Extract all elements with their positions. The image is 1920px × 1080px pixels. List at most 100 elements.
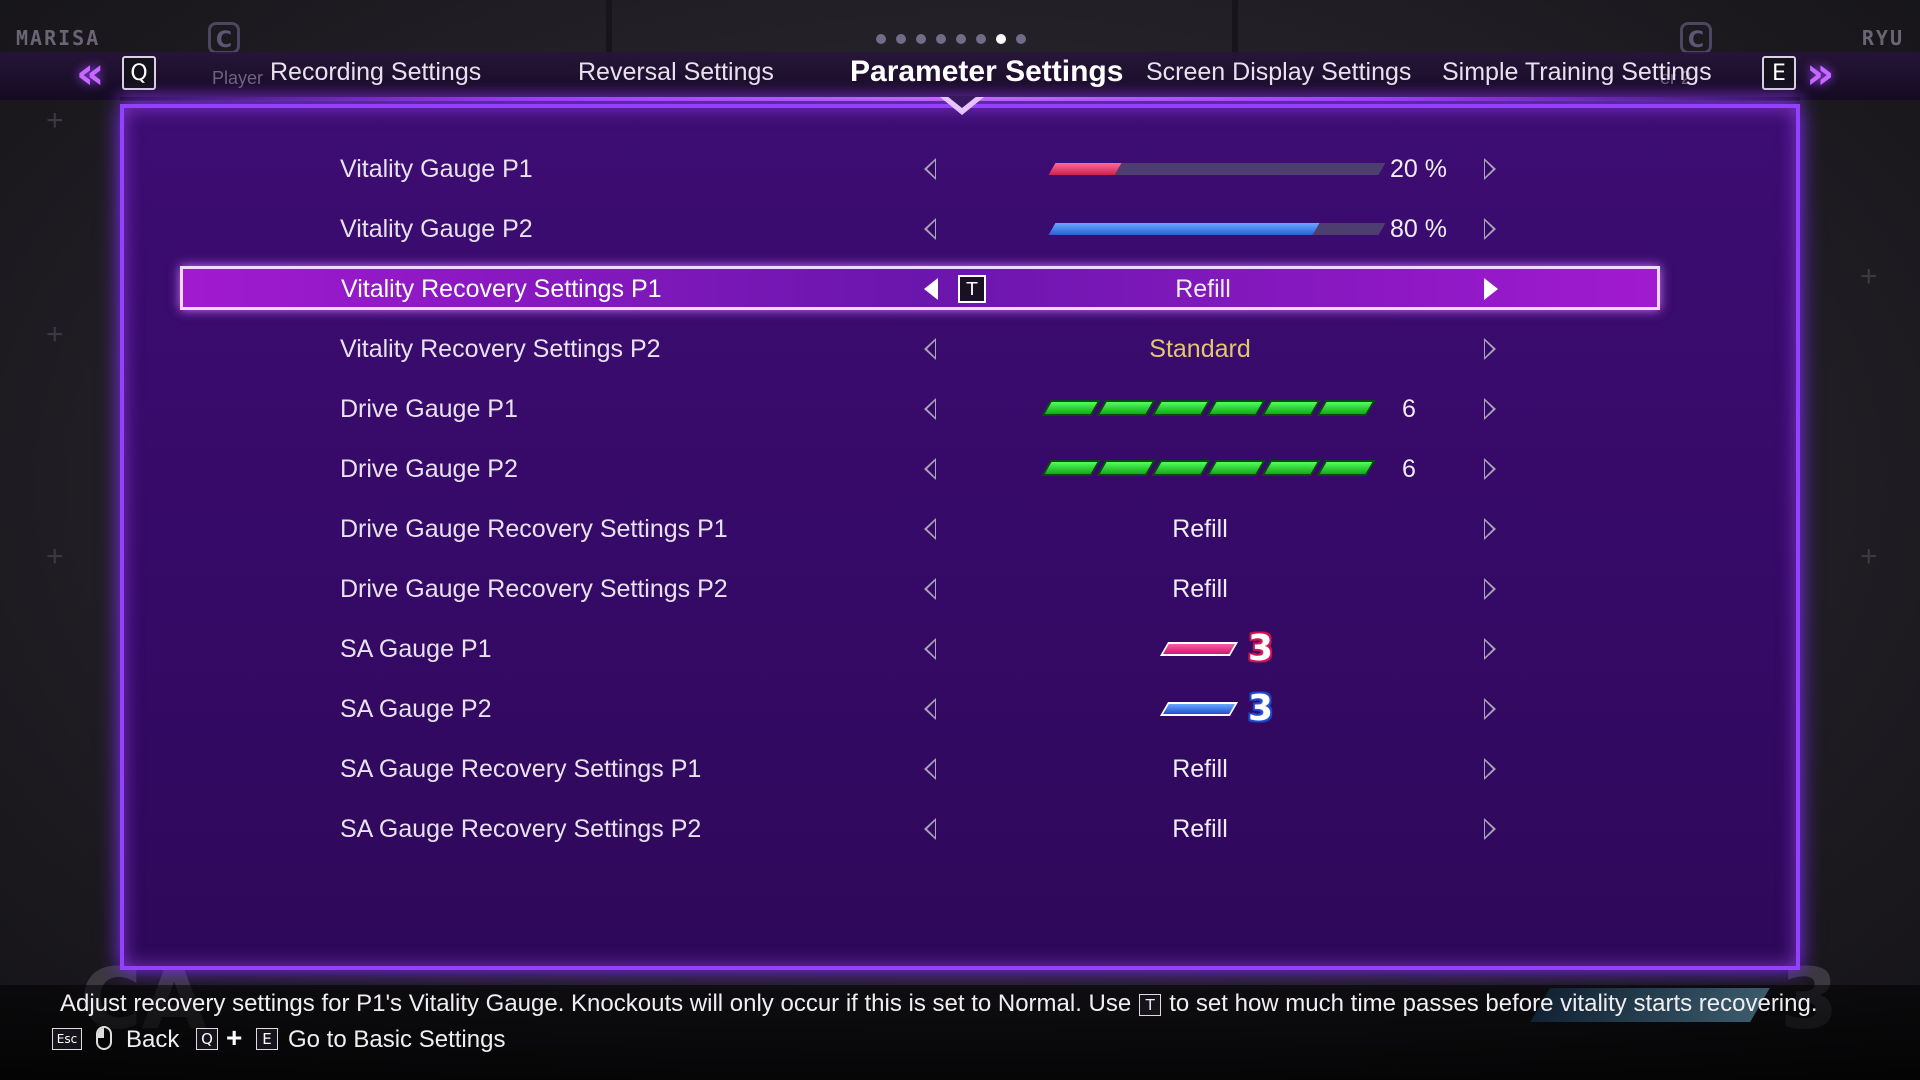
drive-stock (1151, 460, 1211, 476)
increase-arrow-icon[interactable] (1484, 398, 1496, 420)
sa-gauge-bar (1159, 642, 1239, 656)
drive-stock (1261, 400, 1321, 416)
row-label: Vitality Recovery Settings P1 (341, 275, 662, 303)
row-value: 80 % (1390, 215, 1447, 243)
cross-marker: + (1860, 540, 1878, 573)
active-tab-notch-inner (947, 96, 977, 108)
settings-panel: Vitality Gauge P1 20 % Vitality Gauge P2 80… (120, 104, 1800, 970)
page-dot (996, 34, 1006, 44)
drive-stock (1316, 400, 1376, 416)
row-value: Refill (1175, 275, 1231, 303)
basic-key-e[interactable]: E (256, 1028, 278, 1050)
stage-line (606, 0, 612, 60)
increase-arrow-icon[interactable] (1484, 458, 1496, 480)
settings-row[interactable]: Drive Gauge Recovery Settings P1 Refill (180, 506, 1662, 552)
increase-arrow-icon[interactable] (1484, 698, 1496, 720)
cross-marker: + (46, 318, 64, 351)
row-label: Drive Gauge Recovery Settings P2 (340, 575, 728, 603)
decrease-arrow-icon[interactable] (924, 158, 936, 180)
page-dot (976, 34, 986, 44)
settings-row[interactable]: Vitality Gauge P2 80 % (180, 206, 1662, 252)
page-dot (936, 34, 946, 44)
settings-row[interactable]: Drive Gauge P1 6 (180, 386, 1662, 432)
settings-row[interactable]: SA Gauge Recovery Settings P1 Refill (180, 746, 1662, 792)
increase-arrow-icon[interactable] (1484, 518, 1496, 540)
back-button[interactable]: Back (126, 1026, 179, 1054)
tab-screen-display-settings[interactable]: Screen Display Settings (1146, 58, 1411, 87)
decrease-arrow-icon[interactable] (924, 218, 936, 240)
vitality-gauge-track (1048, 163, 1386, 175)
help-text: Adjust recovery settings for P1's Vitali… (60, 990, 1818, 1018)
settings-row[interactable]: SA Gauge Recovery Settings P2 Refill (180, 806, 1662, 852)
decrease-arrow-icon[interactable] (924, 638, 936, 660)
row-label: SA Gauge Recovery Settings P2 (340, 815, 702, 843)
row-label: Drive Gauge Recovery Settings P1 (340, 515, 728, 543)
drive-gauge (1041, 460, 1376, 476)
page-dot (896, 34, 906, 44)
row-value: 6 (1402, 395, 1416, 423)
page-indicator (876, 34, 1026, 44)
decrease-arrow-icon[interactable] (924, 458, 936, 480)
next-tab-chevron-icon[interactable]: » (1806, 52, 1834, 96)
next-tab-key[interactable]: E (1762, 56, 1796, 90)
sa-gauge-bar (1159, 702, 1239, 716)
settings-row[interactable]: Drive Gauge P2 6 (180, 446, 1662, 492)
sa-level-number: 3 (1248, 628, 1274, 669)
row-value: Standard (1149, 335, 1251, 363)
row-label: Vitality Gauge P1 (340, 155, 533, 183)
row-label: Drive Gauge P2 (340, 455, 518, 483)
prev-tab-key[interactable]: Q (122, 56, 156, 90)
increase-arrow-icon[interactable] (1484, 158, 1496, 180)
decrease-arrow-icon[interactable] (924, 398, 936, 420)
settings-row[interactable]: SA Gauge P1 3 (180, 626, 1662, 672)
increase-arrow-icon[interactable] (1484, 758, 1496, 780)
increase-arrow-icon[interactable] (1484, 638, 1496, 660)
tab-recording-settings[interactable]: Recording Settings (270, 58, 481, 87)
tab-simple-training-settings[interactable]: Simple Training Settings (1442, 58, 1712, 87)
decrease-arrow-icon[interactable] (924, 278, 938, 300)
increase-arrow-icon[interactable] (1484, 338, 1496, 360)
settings-row[interactable]: Drive Gauge Recovery Settings P2 Refill (180, 566, 1662, 612)
increase-arrow-icon[interactable] (1484, 218, 1496, 240)
increase-arrow-icon[interactable] (1484, 818, 1496, 840)
tab-parameter-settings[interactable]: Parameter Settings (850, 55, 1123, 89)
esc-key[interactable]: Esc (52, 1028, 82, 1050)
tab-reversal-settings[interactable]: Reversal Settings (578, 58, 774, 87)
settings-row[interactable]: SA Gauge P2 3 (180, 686, 1662, 732)
decrease-arrow-icon[interactable] (924, 698, 936, 720)
decrease-arrow-icon[interactable] (924, 338, 936, 360)
decrease-arrow-icon[interactable] (924, 818, 936, 840)
row-value: Refill (1172, 755, 1228, 783)
drive-stock (1261, 460, 1321, 476)
cross-marker: + (46, 540, 64, 573)
row-label: Vitality Gauge P2 (340, 215, 533, 243)
drive-gauge (1041, 400, 1376, 416)
row-value: Refill (1172, 575, 1228, 603)
vitality-gauge-fill (1048, 163, 1122, 175)
row-value: Refill (1172, 815, 1228, 843)
prev-tab-chevron-icon[interactable]: « (76, 52, 104, 96)
settings-row[interactable]: Vitality Gauge P1 20 % (180, 146, 1662, 192)
increase-arrow-icon[interactable] (1484, 278, 1498, 300)
decrease-arrow-icon[interactable] (924, 758, 936, 780)
vitality-gauge-track (1048, 223, 1386, 235)
page-dot (916, 34, 926, 44)
decrease-arrow-icon[interactable] (924, 578, 936, 600)
settings-row[interactable]: Vitality Recovery Settings P2 Standard (180, 326, 1662, 372)
sa-level-number: 3 (1248, 688, 1274, 729)
row-value: 6 (1402, 455, 1416, 483)
timer-key[interactable]: T (958, 275, 986, 303)
right-player-name: RYU (1861, 26, 1904, 50)
drive-stock (1041, 400, 1101, 416)
basic-key-q[interactable]: Q (196, 1028, 218, 1050)
help-key-t: T (1139, 993, 1162, 1016)
cross-marker: + (1860, 260, 1878, 293)
mouse-icon (96, 1026, 112, 1050)
increase-arrow-icon[interactable] (1484, 578, 1496, 600)
decrease-arrow-icon[interactable] (924, 518, 936, 540)
left-player-name: MARISA (16, 26, 101, 50)
go-to-basic-settings-button[interactable]: Go to Basic Settings (288, 1026, 505, 1054)
left-control-badge: C (208, 22, 240, 54)
settings-row[interactable]: Vitality Recovery Settings P1 T Refill (180, 266, 1660, 310)
vitality-gauge-fill (1048, 223, 1320, 235)
